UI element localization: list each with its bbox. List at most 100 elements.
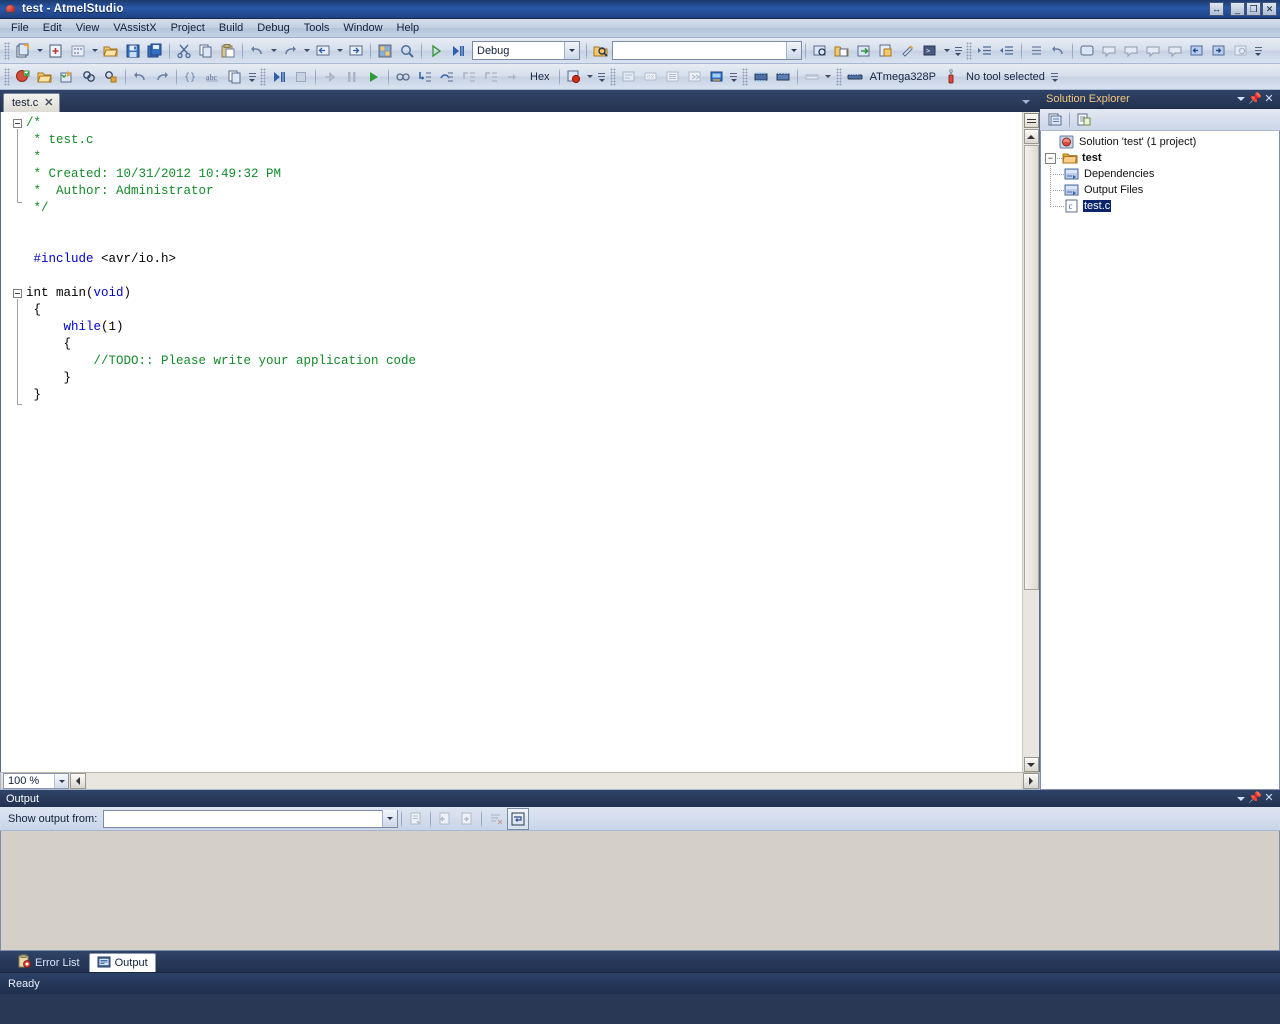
- open-file-in-solution-icon[interactable]: [831, 40, 853, 62]
- break-all-icon[interactable]: [341, 66, 363, 88]
- device-programming-icon[interactable]: [750, 66, 772, 88]
- build-solution-icon[interactable]: [12, 66, 34, 88]
- menu-item-help[interactable]: Help: [390, 20, 427, 36]
- restore-icon[interactable]: ❐: [1246, 2, 1261, 16]
- vertical-scroll-track[interactable]: [1023, 590, 1039, 756]
- step-into-icon[interactable]: [414, 66, 436, 88]
- editor-tab-close-icon[interactable]: ✕: [44, 97, 53, 109]
- toolbar-overflow-icon-6[interactable]: [1049, 66, 1061, 88]
- find-symbol-icon[interactable]: [809, 40, 831, 62]
- scroll-down-arrow-icon[interactable]: [1023, 757, 1039, 772]
- quick-find-arrow-icon[interactable]: [786, 42, 801, 59]
- menu-item-edit[interactable]: Edit: [36, 20, 69, 36]
- device-selection-icon[interactable]: [772, 66, 794, 88]
- output-panel-close-icon[interactable]: ✕: [1262, 792, 1276, 806]
- toggle-all-outlining-icon[interactable]: {}: [180, 66, 202, 88]
- show-output-from-arrow-icon[interactable]: [382, 810, 398, 827]
- tab-output[interactable]: Output: [88, 953, 156, 972]
- horizontal-scroll-track[interactable]: [87, 773, 1021, 789]
- solution-configuration-arrow-icon[interactable]: [564, 42, 579, 59]
- target-device-label[interactable]: ATmega328P: [866, 71, 940, 83]
- previous-bookmark-icon[interactable]: [1098, 40, 1120, 62]
- editor-zoom-arrow-icon[interactable]: [54, 774, 68, 788]
- redo-2-icon[interactable]: [151, 66, 173, 88]
- selected-tool-icon[interactable]: [940, 66, 962, 88]
- tab-error-list[interactable]: Error List: [10, 953, 87, 972]
- solution-explorer-pin-icon[interactable]: 📌: [1248, 92, 1262, 106]
- toolbar-grip-4[interactable]: [260, 67, 266, 86]
- undo-icon[interactable]: [246, 40, 268, 62]
- navigate-backward-icon[interactable]: [312, 40, 334, 62]
- scroll-right-arrow-icon[interactable]: [1023, 773, 1039, 789]
- previous-bookmark-folder-icon[interactable]: [1186, 40, 1208, 62]
- start-without-debugging-icon[interactable]: [425, 40, 447, 62]
- next-bookmark-folder-icon[interactable]: [1208, 40, 1230, 62]
- breakpoint-dropdown-icon[interactable]: [585, 66, 596, 88]
- undo-dropdown-icon[interactable]: [268, 40, 279, 62]
- code-text-area[interactable]: /* * test.c * * Created: 10/31/2012 10:4…: [26, 112, 1022, 772]
- toolbar-grip[interactable]: [4, 41, 10, 60]
- menu-item-view[interactable]: View: [69, 20, 107, 36]
- target-device-icon[interactable]: [844, 66, 866, 88]
- menu-item-debug[interactable]: Debug: [250, 20, 296, 36]
- add-existing-dropdown-icon[interactable]: [89, 40, 100, 62]
- output-panel-pin-icon[interactable]: 📌: [1248, 792, 1262, 806]
- redo-icon[interactable]: [279, 40, 301, 62]
- toggle-bookmark-icon[interactable]: [1076, 40, 1098, 62]
- toolbar-grip-5[interactable]: [609, 67, 616, 86]
- toolbar-overflow-icon-3[interactable]: [246, 66, 258, 88]
- build-configuration-icon[interactable]: [56, 66, 78, 88]
- selected-tool-label[interactable]: No tool selected: [962, 71, 1049, 83]
- clear-all-icon[interactable]: [485, 808, 507, 830]
- editor-tab-test-c[interactable]: test.c ✕: [3, 93, 60, 112]
- paste-icon[interactable]: [217, 40, 239, 62]
- scroll-left-arrow-icon[interactable]: [70, 773, 86, 789]
- go-to-next-message-icon[interactable]: [456, 808, 478, 830]
- show-output-from-combo[interactable]: [103, 809, 399, 828]
- locals-window-icon[interactable]: ox: [640, 66, 662, 88]
- resize-handle-icon[interactable]: ↔: [1209, 2, 1224, 16]
- output-text-area[interactable]: [0, 831, 1280, 951]
- show-all-files-icon[interactable]: [1073, 109, 1095, 131]
- menu-item-project[interactable]: Project: [164, 20, 212, 36]
- save-icon[interactable]: [122, 40, 144, 62]
- properties-icon[interactable]: [1044, 109, 1066, 131]
- toolbar-overflow-icon-5[interactable]: [728, 66, 740, 88]
- bookmark-window-icon[interactable]: [1164, 40, 1186, 62]
- start-debugging-2-icon[interactable]: [268, 66, 290, 88]
- tree-row-output-files[interactable]: Output Files: [1041, 182, 1279, 198]
- comment-selection-icon[interactable]: [1025, 40, 1047, 62]
- go-to-previous-message-icon[interactable]: [434, 808, 456, 830]
- editor-selection-margin[interactable]: [1, 112, 11, 772]
- toolbar-grip-7[interactable]: [835, 67, 842, 86]
- clear-bookmarks-icon[interactable]: [1142, 40, 1164, 62]
- toolbar-overflow-icon-4[interactable]: [596, 66, 608, 88]
- tree-row-test-c[interactable]: c test.c: [1041, 198, 1279, 214]
- solution-explorer-dropdown-icon[interactable]: [1234, 92, 1248, 106]
- stop-debugging-icon[interactable]: [290, 66, 312, 88]
- memory-window-icon[interactable]: [662, 66, 684, 88]
- undo-2-icon[interactable]: [129, 66, 151, 88]
- run-icon[interactable]: [363, 66, 385, 88]
- toolbar-grip-3[interactable]: [4, 67, 10, 86]
- next-bookmark-icon[interactable]: [1120, 40, 1142, 62]
- toolbar-overflow-icon-2[interactable]: [1252, 40, 1264, 62]
- tree-row-solution[interactable]: Solution 'test' (1 project): [1041, 134, 1279, 150]
- watch-window-icon[interactable]: [618, 66, 640, 88]
- save-all-icon[interactable]: [144, 40, 166, 62]
- solution-explorer-toggle-icon[interactable]: [374, 40, 396, 62]
- open-corresponding-file-icon[interactable]: [875, 40, 897, 62]
- add-new-item-icon[interactable]: [45, 40, 67, 62]
- menu-item-tools[interactable]: Tools: [297, 20, 337, 36]
- tree-toggle-project[interactable]: −: [1045, 152, 1056, 164]
- navigate-forward-icon[interactable]: [345, 40, 367, 62]
- step-over-icon[interactable]: [436, 66, 458, 88]
- find-message-icon[interactable]: [405, 808, 427, 830]
- toolbar-grip-6[interactable]: [741, 67, 748, 86]
- new-project-dropdown-icon[interactable]: [34, 40, 45, 62]
- quickwatch-icon[interactable]: [392, 66, 414, 88]
- copy-icon[interactable]: [195, 40, 217, 62]
- io-view-icon[interactable]: [706, 66, 728, 88]
- tree-row-project[interactable]: − test: [1041, 150, 1279, 166]
- scroll-up-arrow-icon[interactable]: [1023, 129, 1039, 144]
